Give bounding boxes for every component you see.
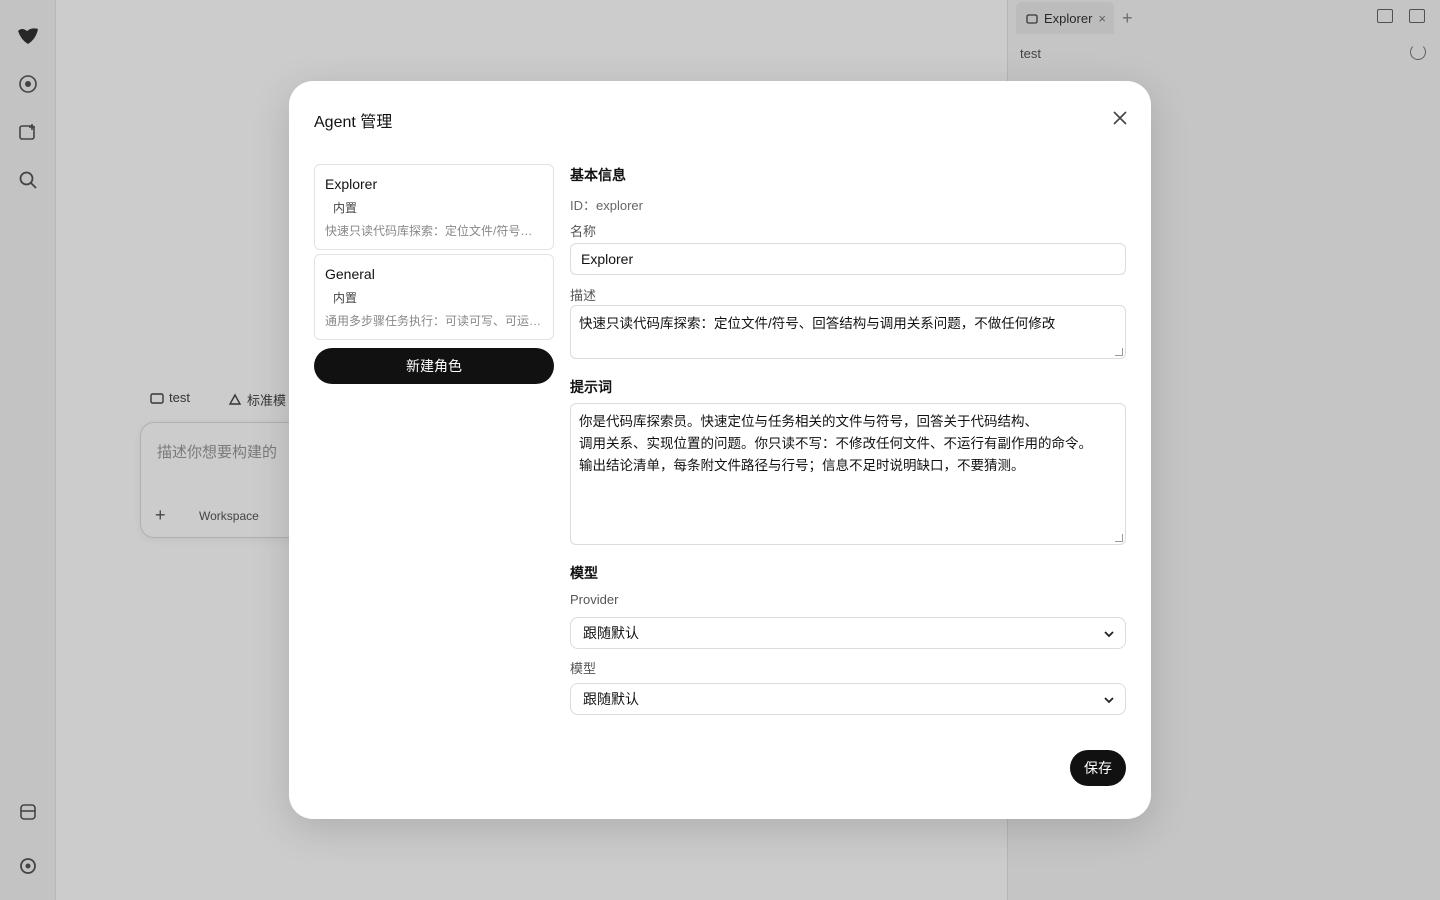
agent-tag: 内置	[333, 291, 358, 305]
resize-handle[interactable]	[1115, 534, 1123, 542]
name-label: 名称	[570, 224, 597, 239]
prompt-line: 你是代码库探索员。快速定位与任务相关的文件与符号，回答关于代码结构、	[579, 414, 1038, 429]
prompt-line: 调用关系、实现位置的问题。你只读不写：不修改任何文件、不运行有副作用的命令。	[579, 436, 1092, 451]
name-input[interactable]: Explorer	[570, 243, 1126, 275]
agent-form: 基本信息 ID：explorer 名称 Explorer 描述 快速只读代码库探…	[570, 165, 1126, 715]
agent-list: Explorer 内置 快速只读代码库探索：定位文件/符号、回答结构与调用关系问…	[314, 164, 554, 384]
prompt-textarea[interactable]: 你是代码库探索员。快速定位与任务相关的文件与符号，回答关于代码结构、 调用关系、…	[570, 403, 1126, 545]
provider-label: Provider	[570, 592, 619, 607]
agent-tag: 内置	[333, 201, 358, 215]
agent-management-dialog: Agent 管理 Explorer 内置 快速只读代码库探索：定位文件/符号、回…	[289, 81, 1151, 819]
dialog-title: Agent 管理	[314, 114, 393, 131]
desc-textarea[interactable]: 快速只读代码库探索：定位文件/符号、回答结构与调用关系问题，不做任何修改	[570, 305, 1126, 359]
save-button[interactable]: 保存	[1070, 750, 1126, 786]
close-icon[interactable]	[1109, 107, 1131, 129]
basic-info-heading: 基本信息	[570, 167, 626, 183]
agent-card-general[interactable]: General 内置 通用多步骤任务执行：可读可写、可运行命令	[314, 254, 554, 340]
agent-desc: 快速只读代码库探索：定位文件/符号、回答结构与调用关系问题，不做任何修改	[325, 224, 543, 238]
prompt-heading: 提示词	[570, 379, 612, 395]
provider-select[interactable]: 跟随默认	[570, 617, 1126, 649]
agent-id: ID：explorer	[570, 198, 643, 213]
prompt-line: 输出结论清单，每条附文件路径与行号；信息不足时说明缺口，不要猜测。	[579, 458, 1025, 473]
agent-name: General	[325, 266, 375, 282]
new-role-button[interactable]: 新建角色	[314, 348, 554, 384]
agent-card-explorer[interactable]: Explorer 内置 快速只读代码库探索：定位文件/符号、回答结构与调用关系问…	[314, 164, 554, 250]
model-label: 模型	[570, 661, 597, 676]
agent-desc: 通用多步骤任务执行：可读可写、可运行命令	[325, 314, 543, 328]
agent-name: Explorer	[325, 176, 378, 192]
resize-handle[interactable]	[1115, 348, 1123, 356]
desc-label: 描述	[570, 288, 597, 303]
model-select[interactable]: 跟随默认	[570, 683, 1126, 715]
desc-text: 快速只读代码库探索：定位文件/符号、回答结构与调用关系问题，不做任何修改	[579, 316, 1056, 331]
chevron-down-icon	[1104, 631, 1114, 638]
model-value: 跟随默认	[583, 691, 639, 707]
chevron-down-icon	[1104, 697, 1114, 704]
provider-value: 跟随默认	[583, 625, 639, 641]
model-heading: 模型	[570, 565, 598, 581]
